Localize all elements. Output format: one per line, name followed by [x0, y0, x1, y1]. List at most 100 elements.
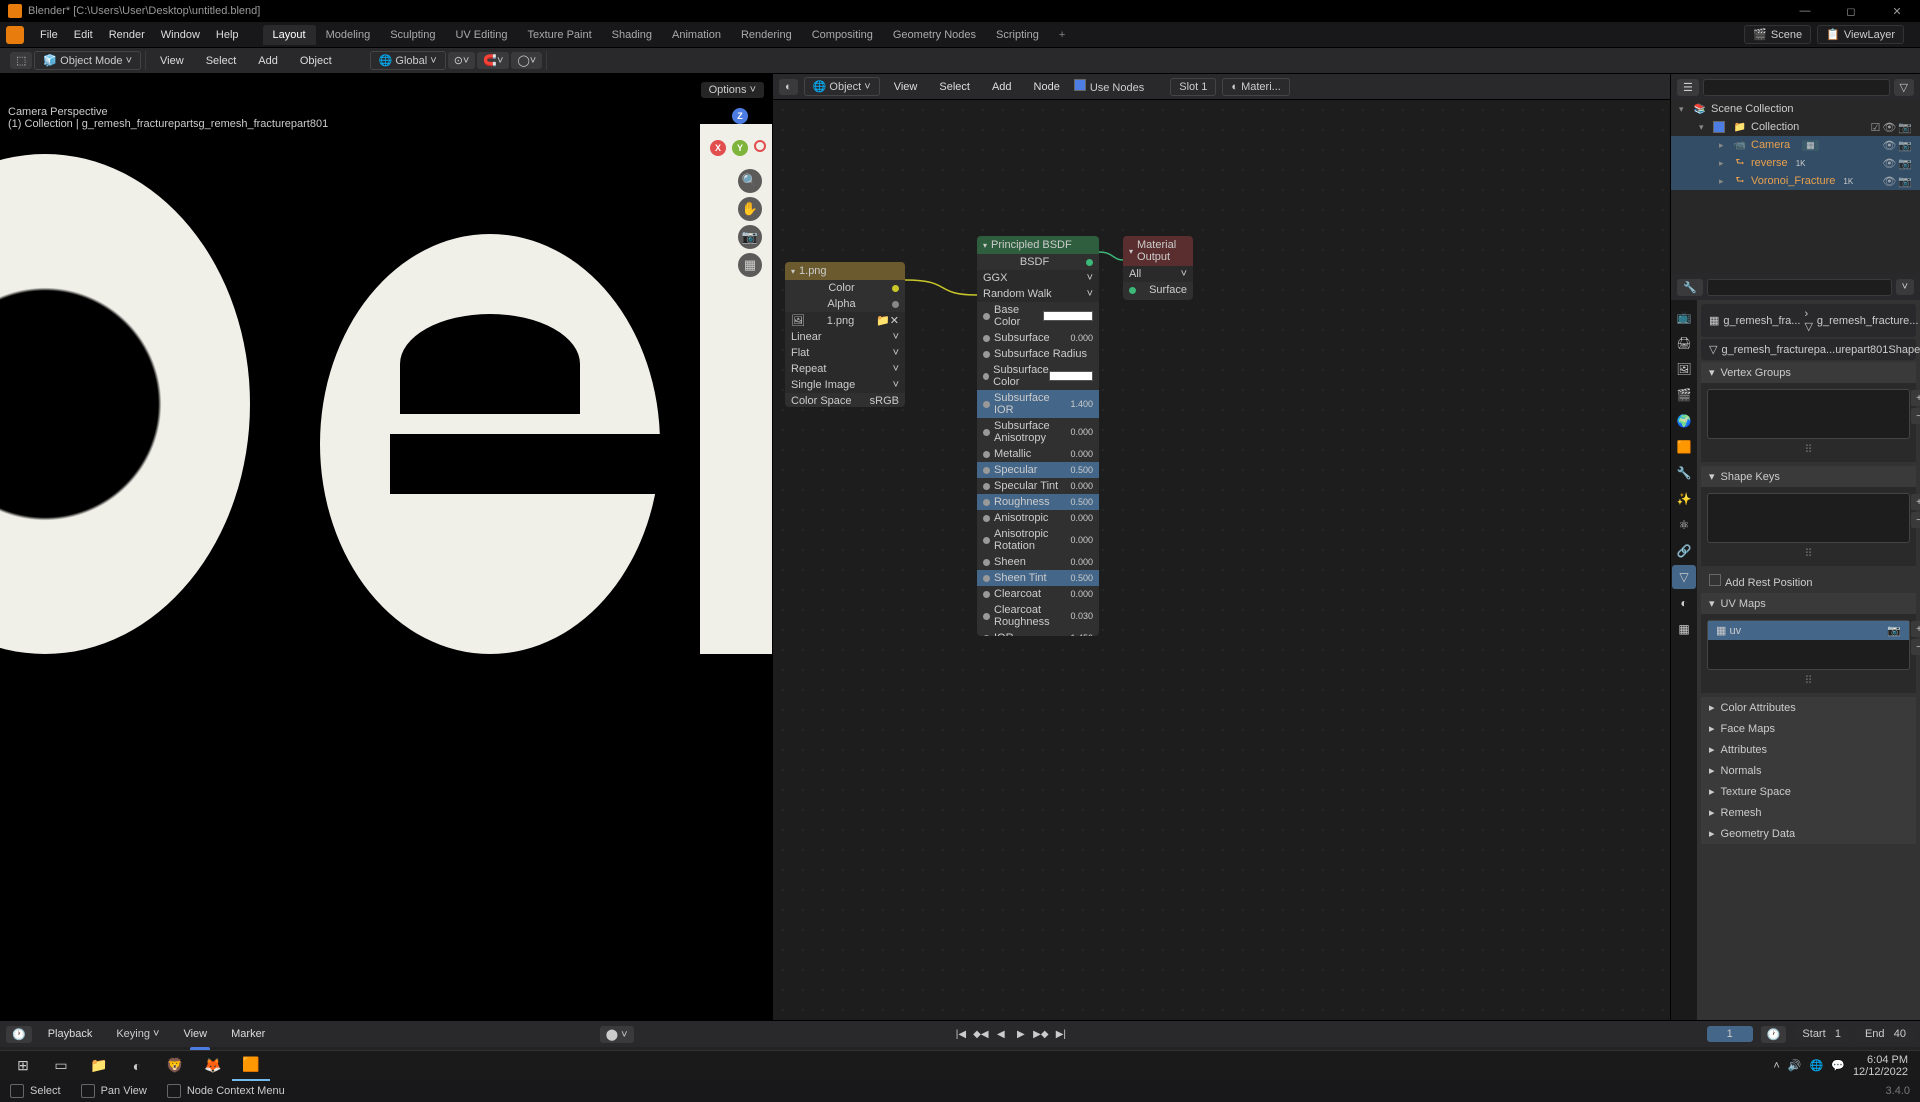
uv-map-item[interactable]: ▦ uv📷 [1708, 621, 1909, 640]
render-icon[interactable]: 📷 [1898, 157, 1912, 170]
proportional-icon[interactable]: ◯˅ [511, 52, 542, 69]
render-icon[interactable]: 📷 [1898, 121, 1912, 134]
bsdf-row[interactable]: Subsurface Color [977, 362, 1099, 390]
prop-breadcrumb[interactable]: ▦ g_remesh_fra... › ▽ g_remesh_fracture.… [1701, 304, 1916, 337]
start-button[interactable]: ⊞ [4, 1051, 42, 1081]
panel-shape-keys[interactable]: ▾ Shape Keys [1701, 466, 1916, 487]
tab-constraint-icon[interactable]: 🔗 [1672, 539, 1696, 563]
node-view-menu[interactable]: View [886, 81, 926, 93]
current-frame[interactable]: 1 [1707, 1026, 1753, 1042]
axis-neg-icon[interactable] [754, 140, 766, 152]
rest-position-checkbox[interactable] [1709, 574, 1721, 586]
tab-modifier-icon[interactable]: 🔧 [1672, 461, 1696, 485]
bsdf-row[interactable]: Subsurface Anisotropy0.000 [977, 418, 1099, 446]
brave-icon[interactable]: 🦁 [156, 1051, 194, 1081]
bsdf-row[interactable]: Base Color [977, 302, 1099, 330]
maximize-button[interactable]: ◻ [1828, 0, 1874, 22]
add-icon[interactable]: + [1911, 621, 1920, 637]
tab-texture-icon[interactable]: ▦ [1672, 617, 1696, 641]
minimize-button[interactable]: — [1782, 0, 1828, 22]
bsdf-row[interactable]: Clearcoat0.000 [977, 586, 1099, 602]
nav-gizmo[interactable]: Z X Y [704, 104, 764, 164]
tab-geometry-nodes[interactable]: Geometry Nodes [883, 25, 986, 45]
clock-icon[interactable]: 🕐 [1761, 1026, 1787, 1043]
principled-bsdf-node[interactable]: ▾Principled BSDF BSDF GGX˅ Random Walk˅ … [977, 236, 1099, 636]
render-icon[interactable]: 📷 [1898, 139, 1912, 152]
bsdf-row[interactable]: Subsurface Radius [977, 346, 1099, 362]
tab-object-icon[interactable]: 🟧 [1672, 435, 1696, 459]
autokey-icon[interactable]: ⬤ ˅ [600, 1026, 634, 1043]
keyframe-next-icon[interactable]: ▶◆ [1032, 1025, 1050, 1043]
tab-uv-editing[interactable]: UV Editing [445, 25, 517, 45]
node-canvas[interactable]: ▾1.png Color Alpha 🖼1.png📁✕ Linear˅ Flat… [773, 100, 1670, 1020]
jump-end-icon[interactable]: ▶| [1052, 1025, 1070, 1043]
viewport-canvas[interactable] [0, 74, 772, 1020]
explorer-icon[interactable]: 📁 [80, 1051, 118, 1081]
panel-texture-space[interactable]: ▸ Texture Space [1701, 781, 1916, 802]
panel-remesh[interactable]: ▸ Remesh [1701, 802, 1916, 823]
bsdf-row[interactable]: Subsurface IOR1.400 [977, 390, 1099, 418]
bsdf-row[interactable]: Metallic0.000 [977, 446, 1099, 462]
zoom-icon[interactable]: 🔍 [738, 169, 762, 193]
tree-scene-collection[interactable]: ▾📚Scene Collection [1671, 100, 1920, 118]
render-icon[interactable]: 📷 [1898, 175, 1912, 188]
remove-icon[interactable]: − [1911, 408, 1920, 424]
keyframe-prev-icon[interactable]: ◆◀ [972, 1025, 990, 1043]
camera-icon[interactable]: 📷 [738, 225, 762, 249]
add-icon[interactable]: + [1911, 494, 1920, 510]
tray-action-icon[interactable]: 💬 [1831, 1059, 1845, 1072]
prop-mesh-name[interactable]: ▽ g_remesh_fracturepa...urepart801Shape.… [1701, 339, 1916, 360]
orientation-select[interactable]: 🌐 Global ˅ [370, 51, 446, 70]
jump-start-icon[interactable]: |◀ [952, 1025, 970, 1043]
tab-scripting[interactable]: Scripting [986, 25, 1049, 45]
tab-world-icon[interactable]: 🌍 [1672, 409, 1696, 433]
menu-window[interactable]: Window [153, 29, 208, 41]
bsdf-row[interactable]: Specular Tint0.000 [977, 478, 1099, 494]
props-options-icon[interactable]: ˅ [1896, 279, 1914, 295]
tray-network-icon[interactable]: 🌐 [1810, 1059, 1824, 1072]
material-select[interactable]: ◐ Materi... [1222, 78, 1289, 96]
snap-icon[interactable]: 🧲˅ [477, 52, 509, 69]
playback-menu[interactable]: Playback [40, 1028, 101, 1040]
tab-particle-icon[interactable]: ✨ [1672, 487, 1696, 511]
object-menu[interactable]: Object [292, 55, 340, 67]
pivot-icon[interactable]: ⊙˅ [448, 52, 476, 69]
tab-material-icon[interactable]: ◐ [1672, 591, 1696, 615]
select-menu[interactable]: Select [198, 55, 245, 67]
timeline-type-icon[interactable]: 🕐 [6, 1026, 32, 1043]
3d-viewport[interactable]: Camera Perspective (1) Collection | g_re… [0, 74, 772, 1020]
bsdf-row[interactable]: Anisotropic Rotation0.000 [977, 526, 1099, 554]
play-icon[interactable]: ▶ [1012, 1025, 1030, 1043]
filter-icon[interactable]: ▽ [1894, 79, 1914, 96]
tab-scene-icon[interactable]: 🎬 [1672, 383, 1696, 407]
axis-x-icon[interactable]: X [710, 140, 726, 156]
tree-voronoi[interactable]: ▸⮑Voronoi_Fracture 1K 👁📷 [1671, 172, 1920, 190]
tab-sculpting[interactable]: Sculpting [380, 25, 445, 45]
add-menu[interactable]: Add [250, 55, 286, 67]
node-add-menu[interactable]: Add [984, 81, 1020, 93]
clock-time[interactable]: 6:04 PM [1853, 1054, 1908, 1066]
eye-icon[interactable]: 👁 [1882, 139, 1896, 152]
props-type-icon[interactable]: 🔧 [1677, 279, 1703, 296]
eye-icon[interactable]: 👁 [1882, 157, 1896, 170]
panel-face-maps[interactable]: ▸ Face Maps [1701, 718, 1916, 739]
node-node-menu[interactable]: Node [1026, 81, 1068, 93]
tray-volume-icon[interactable]: 🔊 [1788, 1059, 1802, 1072]
marker-menu[interactable]: Marker [223, 1028, 273, 1040]
props-search[interactable] [1707, 279, 1892, 296]
tray-chevron-icon[interactable]: ˄ [1773, 1060, 1779, 1072]
start-frame[interactable]: Start 1 [1794, 1026, 1849, 1042]
menu-help[interactable]: Help [208, 29, 247, 41]
editor-type-icon[interactable]: ◐ [779, 79, 798, 95]
pan-icon[interactable]: ✋ [738, 197, 762, 221]
image-texture-node[interactable]: ▾1.png Color Alpha 🖼1.png📁✕ Linear˅ Flat… [785, 262, 905, 407]
task-view-icon[interactable]: ▭ [42, 1051, 80, 1081]
remove-icon[interactable]: − [1911, 512, 1920, 528]
tab-animation[interactable]: Animation [662, 25, 731, 45]
eye-icon[interactable]: 👁 [1882, 175, 1896, 188]
viewport-options[interactable]: Options ˅ [701, 82, 764, 98]
timeline-view-menu[interactable]: View [175, 1028, 215, 1040]
tree-reverse[interactable]: ▸⮑reverse 1K 👁📷 [1671, 154, 1920, 172]
eye-icon[interactable]: 👁 [1882, 121, 1896, 134]
menu-edit[interactable]: Edit [66, 29, 101, 41]
